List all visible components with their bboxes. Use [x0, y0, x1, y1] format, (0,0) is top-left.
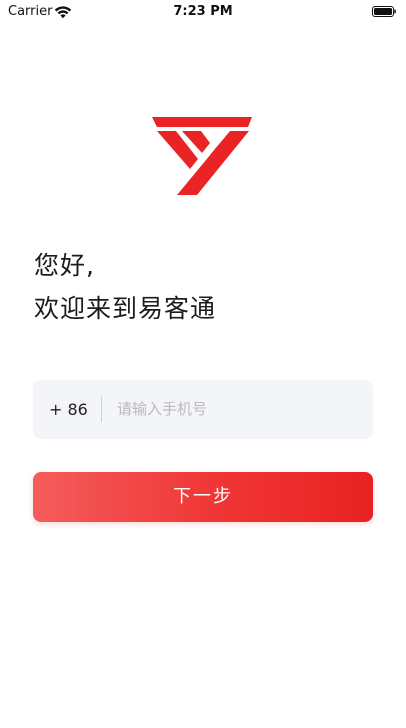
battery-icon: [372, 6, 396, 17]
greeting-line-1: 您好,: [34, 251, 95, 280]
phone-field[interactable]: + 86: [33, 380, 373, 439]
next-button[interactable]: 下一步: [33, 472, 373, 522]
phone-input[interactable]: [117, 394, 357, 424]
status-time: 7:23 PM: [173, 4, 233, 19]
yy-logo-icon: [152, 117, 252, 195]
field-divider: [101, 396, 102, 422]
country-code-selector[interactable]: + 86: [49, 400, 88, 419]
greeting-line-2: 欢迎来到易客通: [34, 294, 217, 323]
status-bar: Carrier 7:23 PM: [0, 0, 406, 24]
